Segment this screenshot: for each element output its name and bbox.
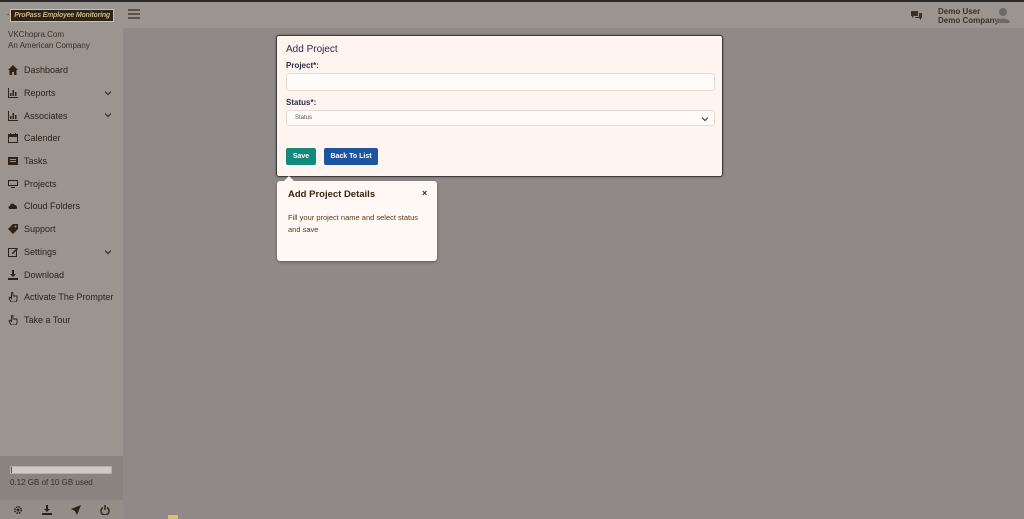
add-project-form: Add Project Project*: Status*: Status Sa…	[276, 35, 723, 177]
sidebar-item-label: Activate The Prompter	[24, 292, 114, 303]
top-header: ProPass Employee Monitoring Demo User De…	[0, 0, 1024, 28]
company-name: VKChopra.Com	[8, 30, 65, 39]
back-to-list-button[interactable]: Back To List	[324, 148, 378, 165]
chat-icon[interactable]	[910, 10, 923, 21]
project-name-input[interactable]	[286, 73, 715, 91]
popover-title: Add Project Details	[288, 189, 376, 200]
sidebar-item-label: Calender	[24, 133, 61, 144]
tour-popover: Add Project Details × Fill your project …	[277, 176, 437, 261]
sidebar-item-label: Reports	[24, 88, 56, 99]
sidebar-item-label: Associates	[24, 110, 68, 121]
sidebar-item-label: Cloud Folders	[24, 201, 81, 212]
hand-icon	[8, 314, 18, 325]
status-label: Status*:	[286, 98, 317, 107]
edit-icon	[8, 247, 18, 257]
sidebar-item-label: Settings	[24, 246, 57, 257]
avatar-icon[interactable]	[995, 7, 1011, 23]
download-icon	[8, 269, 18, 280]
sidebar-item-settings[interactable]: Settings	[0, 241, 123, 264]
sidebar-item-label: Download	[24, 269, 65, 280]
app-logo[interactable]: ProPass Employee Monitoring	[6, 8, 114, 22]
desktop-icon	[8, 179, 18, 188]
sidebar-item-projects[interactable]: Projects	[0, 172, 123, 195]
sidebar-item-label: Projects	[24, 178, 57, 189]
close-icon[interactable]: ×	[422, 188, 427, 198]
bar-chart-icon	[8, 88, 18, 99]
send-icon[interactable]	[70, 504, 81, 515]
menu-toggle-icon[interactable]	[128, 9, 140, 19]
sidebar-item-activate-prompter[interactable]: Activate The Prompter	[0, 286, 123, 309]
sidebar-item-dashboard[interactable]: Dashboard	[0, 59, 123, 82]
download-icon[interactable]	[42, 504, 53, 515]
sidebar-item-label: Support	[24, 224, 56, 235]
sidebar-nav: Dashboard Reports Associates Calender Ta…	[0, 59, 123, 331]
project-label: Project*:	[286, 61, 319, 70]
taskbar-indicator	[168, 515, 178, 519]
sidebar-footer	[0, 500, 123, 519]
sidebar-item-calender[interactable]: Calender	[0, 127, 123, 150]
status-selected-value: Status	[295, 115, 313, 121]
tasks-icon	[8, 157, 18, 166]
sidebar-item-reports[interactable]: Reports	[0, 82, 123, 105]
home-icon	[8, 65, 18, 76]
sidebar-item-label: Tasks	[24, 156, 48, 167]
save-button[interactable]: Save	[286, 148, 316, 165]
company-tagline: An American Company	[8, 41, 90, 50]
chevron-down-icon	[105, 113, 111, 118]
user-company: Demo Company	[938, 16, 999, 25]
sidebar-item-support[interactable]: Support	[0, 218, 123, 241]
hand-icon	[8, 292, 18, 303]
user-name[interactable]: Demo User	[938, 7, 980, 16]
tag-icon	[8, 224, 18, 235]
sidebar-item-associates[interactable]: Associates	[0, 104, 123, 127]
sidebar-item-label: Take a Tour	[24, 314, 71, 325]
status-select[interactable]: Status	[286, 110, 715, 126]
bar-chart-icon	[8, 110, 18, 121]
calendar-icon	[8, 133, 18, 144]
chevron-down-icon	[105, 249, 111, 254]
sidebar: VKChopra.Com An American Company Dashboa…	[0, 28, 123, 519]
popover-body: Fill your project name and select status…	[288, 213, 419, 234]
storage-text: 0.12 GB of 10 GB used	[10, 478, 93, 487]
sidebar-item-take-tour[interactable]: Take a Tour	[0, 309, 123, 332]
sidebar-item-tasks[interactable]: Tasks	[0, 150, 123, 173]
sidebar-item-label: Dashboard	[24, 65, 69, 76]
cloud-icon	[8, 204, 18, 210]
form-title: Add Project	[286, 44, 338, 55]
popover-arrow	[284, 176, 294, 181]
storage-progress-bar	[10, 466, 112, 474]
sidebar-item-download[interactable]: Download	[0, 263, 123, 286]
power-icon[interactable]	[99, 504, 110, 515]
sidebar-item-cloud-folders[interactable]: Cloud Folders	[0, 195, 123, 218]
chevron-down-icon	[105, 90, 111, 95]
storage-progress-fill	[11, 467, 13, 473]
logo-text: ProPass Employee Monitoring	[10, 8, 114, 22]
gear-icon[interactable]	[13, 505, 23, 515]
chevron-down-icon	[702, 117, 708, 122]
storage-usage: 0.12 GB of 10 GB used	[0, 456, 123, 500]
